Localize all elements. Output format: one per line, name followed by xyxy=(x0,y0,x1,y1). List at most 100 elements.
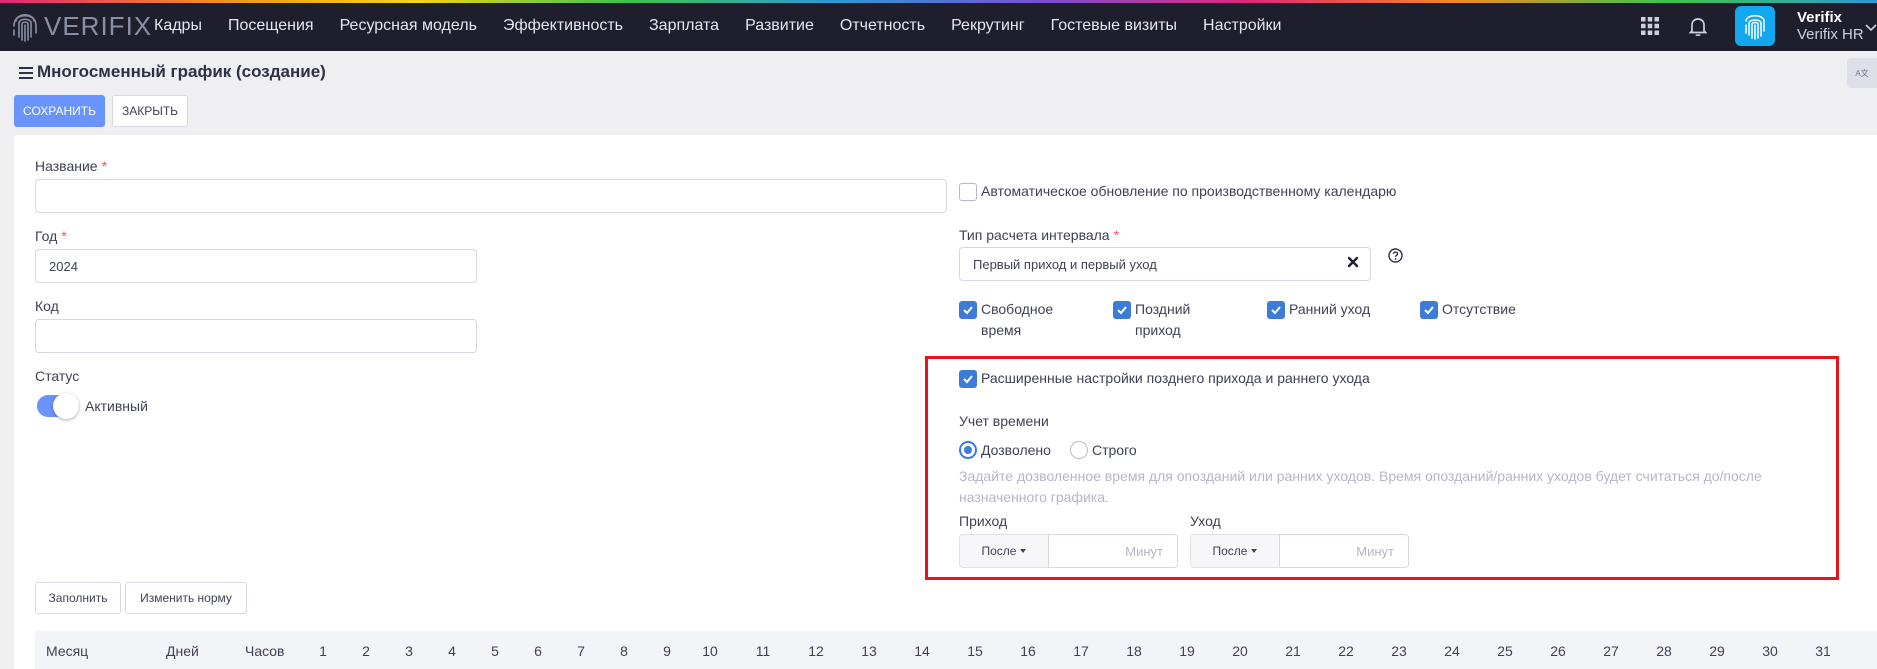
caret-down-icon xyxy=(1020,549,1027,553)
absence-checkbox[interactable] xyxy=(1420,301,1438,319)
auto-update-checkbox[interactable] xyxy=(959,183,977,201)
day-column-header: 20 xyxy=(1232,643,1248,659)
departure-minutes-input[interactable]: Минут xyxy=(1279,534,1409,568)
auto-update-label: Автоматическое обновление по производств… xyxy=(981,183,1397,199)
day-column-header: 18 xyxy=(1126,643,1142,659)
nav-item-salary[interactable]: Зарплата xyxy=(649,17,719,35)
day-column-header: 31 xyxy=(1815,643,1831,659)
time-accounting-label: Учет времени xyxy=(959,413,1049,429)
nav-right-tools: Verifix Verifix HR xyxy=(1639,0,1877,51)
day-column-header: 26 xyxy=(1550,643,1566,659)
main-menu: Кадры Посещения Ресурсная модель Эффекти… xyxy=(154,0,1307,51)
calendar-table-header: Месяц Дней Часов 1 2 3 4 5 6 7 8 9 10 11 12 13 14 15 16… xyxy=(35,631,1877,669)
nav-item-efficiency[interactable]: Эффективность xyxy=(503,17,623,35)
check-icon xyxy=(963,306,973,315)
year-input[interactable]: 2024 xyxy=(35,249,477,283)
absence-label: Отсутствие xyxy=(1442,301,1516,317)
day-column-header: 21 xyxy=(1285,643,1301,659)
fingerprint-icon xyxy=(1745,14,1765,40)
day-column-header: 13 xyxy=(861,643,877,659)
top-navbar: VERIFIX Кадры Посещения Ресурсная модель… xyxy=(0,0,1877,51)
help-icon[interactable] xyxy=(1388,248,1403,263)
day-column-header: 28 xyxy=(1656,643,1672,659)
strict-radio[interactable] xyxy=(1070,441,1088,459)
clear-selection-icon[interactable] xyxy=(1347,256,1359,268)
nav-item-resource-model[interactable]: Ресурсная модель xyxy=(340,17,477,35)
late-arrival-checkbox[interactable] xyxy=(1113,301,1131,319)
days-column-header: Дней xyxy=(166,643,199,659)
free-time-checkbox[interactable] xyxy=(959,301,977,319)
app-logo[interactable]: VERIFIX xyxy=(12,8,152,44)
name-input[interactable] xyxy=(35,179,947,213)
departure-mode-value: После xyxy=(1212,544,1248,558)
fill-button[interactable]: Заполнить xyxy=(35,582,121,614)
nav-item-kadry[interactable]: Кадры xyxy=(154,17,202,35)
nav-item-attendance[interactable]: Посещения xyxy=(228,17,314,35)
status-value: Активный xyxy=(85,398,148,414)
day-column-header: 1 xyxy=(319,643,327,659)
check-icon xyxy=(1117,306,1127,315)
code-label: Код xyxy=(35,298,59,314)
check-icon xyxy=(963,375,973,384)
status-toggle[interactable] xyxy=(37,393,79,419)
apps-grid-icon[interactable] xyxy=(1639,15,1661,37)
day-column-header: 7 xyxy=(577,643,585,659)
interval-type-select[interactable]: Первый приход и первый уход xyxy=(959,247,1371,281)
code-input[interactable] xyxy=(35,319,477,353)
toggle-knob xyxy=(53,393,79,419)
day-column-header: 11 xyxy=(755,643,771,659)
tolerance-hint: Задайте дозволенное время для опозданий … xyxy=(959,468,1762,505)
strict-radio-label: Строго xyxy=(1092,442,1137,458)
chevron-down-icon[interactable] xyxy=(1865,22,1877,32)
day-column-header: 4 xyxy=(448,643,456,659)
free-time-label: Свободное время xyxy=(981,301,1054,338)
day-column-header: 10 xyxy=(702,643,718,659)
nav-item-development[interactable]: Развитие xyxy=(745,17,814,35)
day-column-header: 19 xyxy=(1179,643,1195,659)
avatar[interactable] xyxy=(1735,5,1775,46)
early-leave-label: Ранний уход xyxy=(1289,301,1371,317)
save-button[interactable]: СОХРАНИТЬ xyxy=(14,95,105,127)
hamburger-menu-icon[interactable] xyxy=(19,66,33,80)
logo-text: VERIFIX xyxy=(44,10,153,41)
nav-item-guest-visits[interactable]: Гостевые визиты xyxy=(1051,17,1177,35)
check-icon xyxy=(1271,306,1281,315)
advanced-settings-label: Расширенные настройки позднего прихода и… xyxy=(981,370,1370,386)
hours-column-header: Часов xyxy=(245,643,285,659)
allowed-radio-label: Дозволено xyxy=(981,442,1051,458)
advanced-settings-checkbox[interactable] xyxy=(959,370,977,388)
arrival-mode-dropdown[interactable]: После xyxy=(959,534,1049,568)
translate-icon[interactable]: A文 xyxy=(1847,58,1877,88)
allowed-radio[interactable] xyxy=(959,441,977,459)
change-norm-button[interactable]: Изменить норму xyxy=(125,582,247,614)
day-column-header: 25 xyxy=(1497,643,1513,659)
late-arrival-label: Поздний приход xyxy=(1135,301,1191,338)
close-button[interactable]: ЗАКРЫТЬ xyxy=(112,95,188,127)
day-column-header: 23 xyxy=(1391,643,1407,659)
day-column-header: 12 xyxy=(808,643,824,659)
bell-icon[interactable] xyxy=(1687,15,1709,37)
check-icon xyxy=(1424,306,1434,315)
nav-item-settings[interactable]: Настройки xyxy=(1203,17,1281,35)
fingerprint-logo-icon xyxy=(13,13,37,42)
nav-item-recruiting[interactable]: Рекрутинг xyxy=(951,17,1025,35)
day-column-header: 3 xyxy=(405,643,413,659)
day-column-header: 24 xyxy=(1444,643,1460,659)
early-leave-checkbox[interactable] xyxy=(1267,301,1285,319)
departure-label: Уход xyxy=(1190,513,1221,529)
day-column-header: 15 xyxy=(967,643,983,659)
nav-item-reports[interactable]: Отчетность xyxy=(840,17,925,35)
month-column-header: Месяц xyxy=(46,643,89,659)
name-label: Название * xyxy=(35,158,108,174)
day-column-header: 2 xyxy=(362,643,370,659)
arrival-mode-value: После xyxy=(981,544,1017,558)
day-column-header: 14 xyxy=(914,643,930,659)
departure-mode-dropdown[interactable]: После xyxy=(1190,534,1280,568)
status-label: Статус xyxy=(35,368,80,384)
day-column-header: 5 xyxy=(491,643,499,659)
caret-down-icon xyxy=(1251,549,1258,553)
page-title: Многосменный график (создание) xyxy=(37,62,326,81)
arrival-minutes-input[interactable]: Минут xyxy=(1048,534,1178,568)
day-column-header: 8 xyxy=(620,643,628,659)
day-column-header: 17 xyxy=(1073,643,1089,659)
